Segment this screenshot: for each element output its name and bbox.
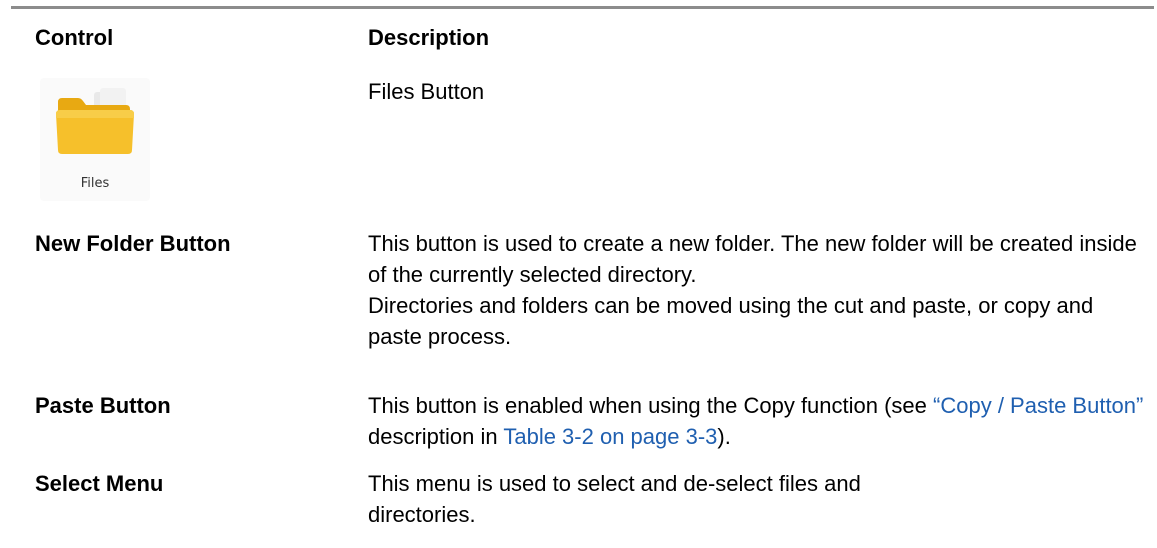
table-top-rule	[11, 6, 1154, 9]
new-folder-button-label: New Folder Button	[35, 231, 231, 256]
paste-desc-text-before: This button is enabled when using the Co…	[368, 393, 934, 418]
table-3-2-link[interactable]: Table 3-2 on page 3-3	[503, 424, 717, 449]
folder-icon	[56, 88, 134, 154]
files-button-image: Files	[40, 78, 150, 201]
select-menu-description: This menu is used to select and de-selec…	[368, 471, 861, 527]
new-folder-description-2: Directories and folders can be moved usi…	[368, 293, 1094, 349]
files-icon-label: Files	[80, 176, 110, 191]
new-folder-description-1: This button is used to create a new fold…	[368, 231, 1137, 287]
copy-paste-button-link[interactable]: “Copy / Paste Button”	[933, 393, 1143, 418]
column-header-description: Description	[368, 25, 490, 50]
column-header-control: Control	[35, 25, 114, 50]
paste-desc-text-middle: description in	[368, 424, 504, 449]
select-menu-label: Select Menu	[35, 471, 164, 496]
paste-button-description: This button is enabled when using the Co…	[368, 390, 1148, 452]
paste-button-label: Paste Button	[35, 393, 171, 418]
files-button-description: Files Button	[368, 79, 485, 104]
paste-desc-text-after: ).	[717, 424, 731, 449]
